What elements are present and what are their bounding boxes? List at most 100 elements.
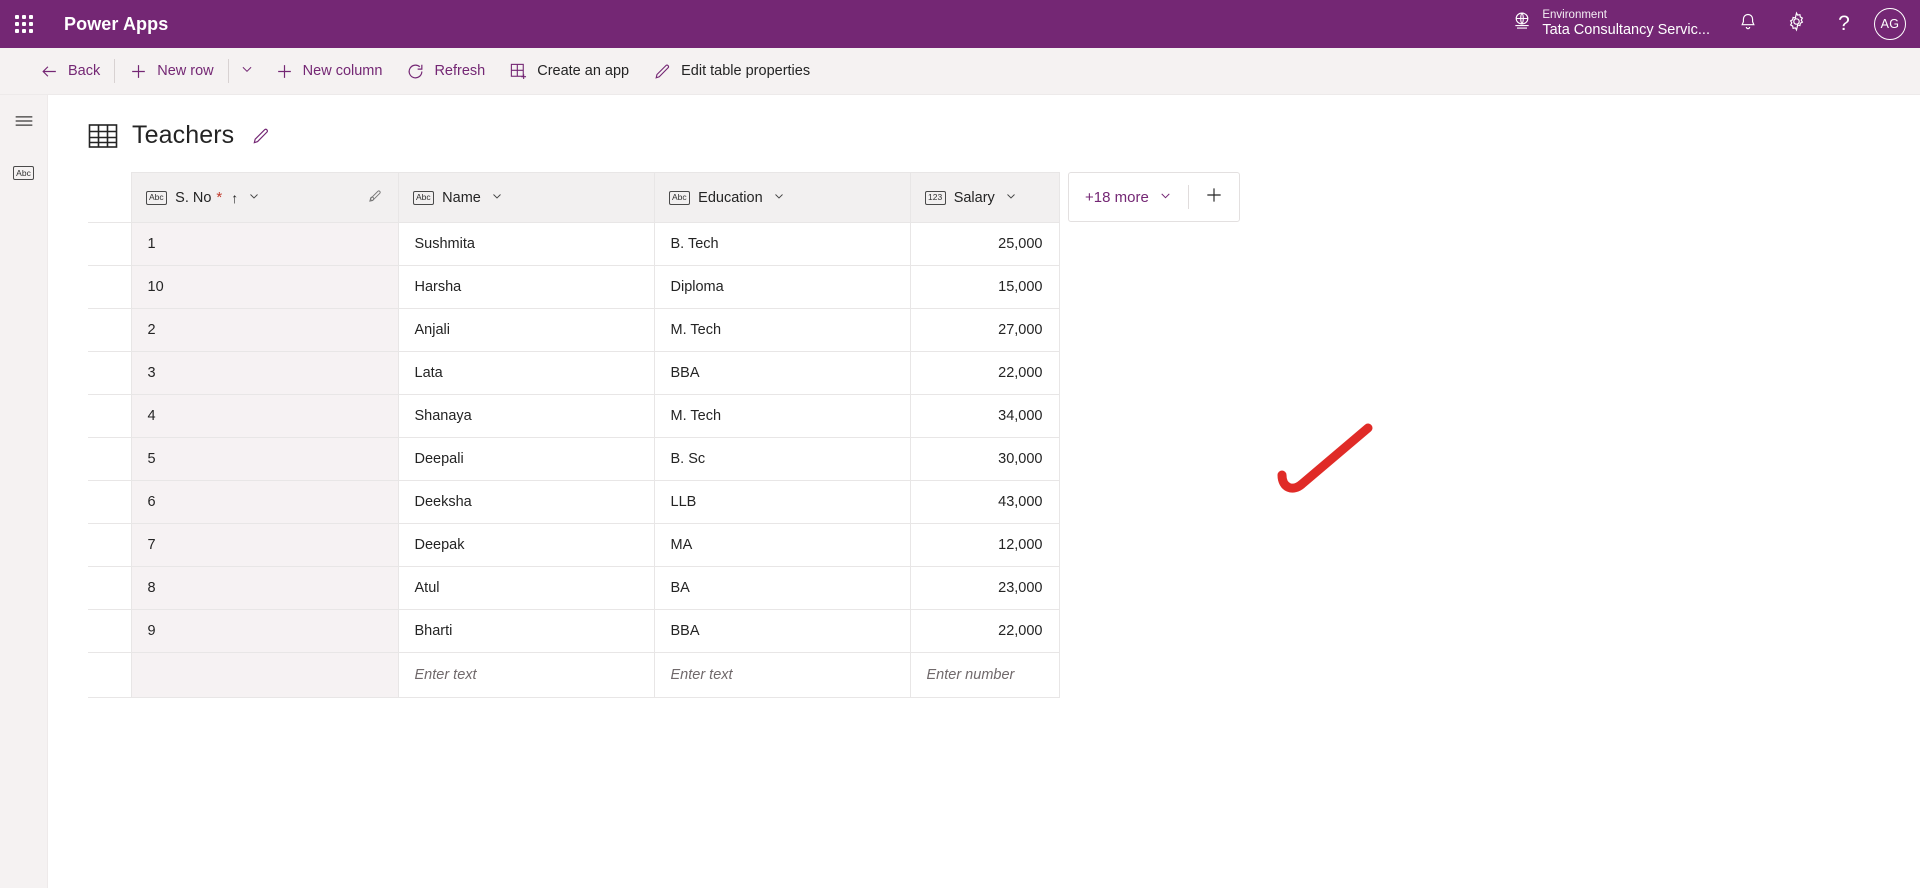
row-select-cell[interactable]	[88, 566, 132, 610]
cell-name[interactable]: Lata	[397, 351, 655, 395]
help-button[interactable]: ?	[1820, 0, 1868, 48]
cell-s-no[interactable]: 7	[130, 523, 399, 567]
new-row-s-no-cell[interactable]	[130, 652, 399, 698]
select-all-header[interactable]	[88, 172, 132, 223]
rail-menu-button[interactable]	[8, 107, 40, 139]
cell-salary[interactable]: 15,000	[909, 265, 1060, 309]
row-select-cell[interactable]	[88, 480, 132, 524]
row-select-cell[interactable]	[88, 394, 132, 438]
edit-table-properties-button[interactable]: Edit table properties	[641, 48, 822, 95]
cell-name[interactable]: Anjali	[397, 308, 655, 352]
cell-education[interactable]: B. Tech	[653, 222, 911, 266]
cell-name[interactable]: Atul	[397, 566, 655, 610]
table-row[interactable]: 4 Shanaya M. Tech 34,000	[88, 394, 1060, 438]
cell-education[interactable]: M. Tech	[653, 394, 911, 438]
column-header-name[interactable]: Abc Name	[397, 172, 655, 223]
column-header-s-no[interactable]: Abc S. No * ↑	[130, 172, 399, 223]
table-row[interactable]: 10 Harsha Diploma 15,000	[88, 265, 1060, 309]
row-select-cell[interactable]	[88, 222, 132, 266]
back-button[interactable]: Back	[28, 48, 112, 95]
new-row-placeholder-row[interactable]: Enter text Enter text Enter number	[88, 652, 1060, 698]
cell-s-no[interactable]: 6	[130, 480, 399, 524]
cell-name[interactable]: Deepali	[397, 437, 655, 481]
edit-table-name-button[interactable]	[248, 123, 274, 149]
rail-text-column-button[interactable]: Abc	[8, 157, 40, 189]
cell-salary[interactable]: 27,000	[909, 308, 1060, 352]
cell-salary[interactable]: 23,000	[909, 566, 1060, 610]
row-select-cell[interactable]	[88, 437, 132, 481]
cell-s-no[interactable]: 4	[130, 394, 399, 438]
cell-education[interactable]: Diploma	[653, 265, 911, 309]
row-select-cell[interactable]	[88, 523, 132, 567]
avatar[interactable]: AG	[1874, 8, 1906, 40]
new-row-salary-cell[interactable]: Enter number	[909, 652, 1060, 698]
cell-education[interactable]: BA	[653, 566, 911, 610]
cell-salary[interactable]: 30,000	[909, 437, 1060, 481]
cell-name[interactable]: Shanaya	[397, 394, 655, 438]
row-select-cell[interactable]	[88, 308, 132, 352]
cell-s-no[interactable]: 5	[130, 437, 399, 481]
cell-salary[interactable]: 34,000	[909, 394, 1060, 438]
environment-globe-icon	[1512, 11, 1532, 36]
cell-education[interactable]: M. Tech	[653, 308, 911, 352]
app-launcher-button[interactable]	[0, 0, 48, 48]
table-row[interactable]: 1 Sushmita B. Tech 25,000	[88, 222, 1060, 266]
add-column-button[interactable]	[1189, 173, 1239, 221]
new-row-name-cell[interactable]: Enter text	[397, 652, 655, 698]
arrow-left-icon	[40, 62, 59, 81]
row-select-cell[interactable]	[88, 609, 132, 653]
page-title: Teachers	[132, 121, 235, 149]
brand-title[interactable]: Power Apps	[64, 14, 168, 35]
notifications-button[interactable]	[1724, 0, 1772, 48]
row-select-cell[interactable]	[88, 652, 132, 698]
table-row[interactable]: 8 Atul BA 23,000	[88, 566, 1060, 610]
cell-s-no[interactable]: 8	[130, 566, 399, 610]
table-row[interactable]: 9 Bharti BBA 22,000	[88, 609, 1060, 653]
cell-education[interactable]: B. Sc	[653, 437, 911, 481]
cell-s-no[interactable]: 1	[130, 222, 399, 266]
cell-name[interactable]: Sushmita	[397, 222, 655, 266]
chevron-down-icon[interactable]	[248, 190, 260, 205]
cell-education[interactable]: LLB	[653, 480, 911, 524]
cell-name[interactable]: Bharti	[397, 609, 655, 653]
cell-salary[interactable]: 25,000	[909, 222, 1060, 266]
settings-button[interactable]	[1772, 0, 1820, 48]
cell-education[interactable]: BBA	[653, 351, 911, 395]
row-select-cell[interactable]	[88, 351, 132, 395]
new-row-button[interactable]: New row	[117, 48, 225, 95]
cell-name[interactable]: Harsha	[397, 265, 655, 309]
new-row-dropdown-button[interactable]	[231, 48, 263, 95]
chevron-down-icon[interactable]	[1005, 190, 1017, 205]
cell-education[interactable]: MA	[653, 523, 911, 567]
create-an-app-button[interactable]: Create an app	[497, 48, 641, 95]
table-row[interactable]: 6 Deeksha LLB 43,000	[88, 480, 1060, 524]
row-select-cell[interactable]	[88, 265, 132, 309]
cell-s-no[interactable]: 10	[130, 265, 399, 309]
column-header-education[interactable]: Abc Education	[653, 172, 911, 223]
cell-s-no[interactable]: 9	[130, 609, 399, 653]
column-label: S. No	[175, 189, 212, 206]
refresh-button[interactable]: Refresh	[394, 48, 497, 95]
cell-salary[interactable]: 22,000	[909, 609, 1060, 653]
column-header-salary[interactable]: 123 Salary	[909, 172, 1060, 223]
cell-s-no[interactable]: 3	[130, 351, 399, 395]
cell-salary[interactable]: 12,000	[909, 523, 1060, 567]
new-column-button[interactable]: New column	[263, 48, 395, 95]
red-checkmark-annotation	[1276, 422, 1386, 507]
table-row[interactable]: 7 Deepak MA 12,000	[88, 523, 1060, 567]
cell-salary[interactable]: 43,000	[909, 480, 1060, 524]
environment-switcher[interactable]: Environment Tata Consultancy Servic...	[1498, 9, 1724, 40]
cell-name[interactable]: Deeksha	[397, 480, 655, 524]
table-row[interactable]: 3 Lata BBA 22,000	[88, 351, 1060, 395]
cell-s-no[interactable]: 2	[130, 308, 399, 352]
more-columns-button[interactable]: +18 more	[1069, 173, 1188, 221]
grid-header: Abc S. No * ↑ Abc Name Abc Education 123…	[88, 172, 1060, 223]
cell-salary[interactable]: 22,000	[909, 351, 1060, 395]
chevron-down-icon[interactable]	[491, 190, 503, 205]
cell-education[interactable]: BBA	[653, 609, 911, 653]
table-row[interactable]: 2 Anjali M. Tech 27,000	[88, 308, 1060, 352]
chevron-down-icon[interactable]	[773, 190, 785, 205]
new-row-education-cell[interactable]: Enter text	[653, 652, 911, 698]
cell-name[interactable]: Deepak	[397, 523, 655, 567]
table-row[interactable]: 5 Deepali B. Sc 30,000	[88, 437, 1060, 481]
